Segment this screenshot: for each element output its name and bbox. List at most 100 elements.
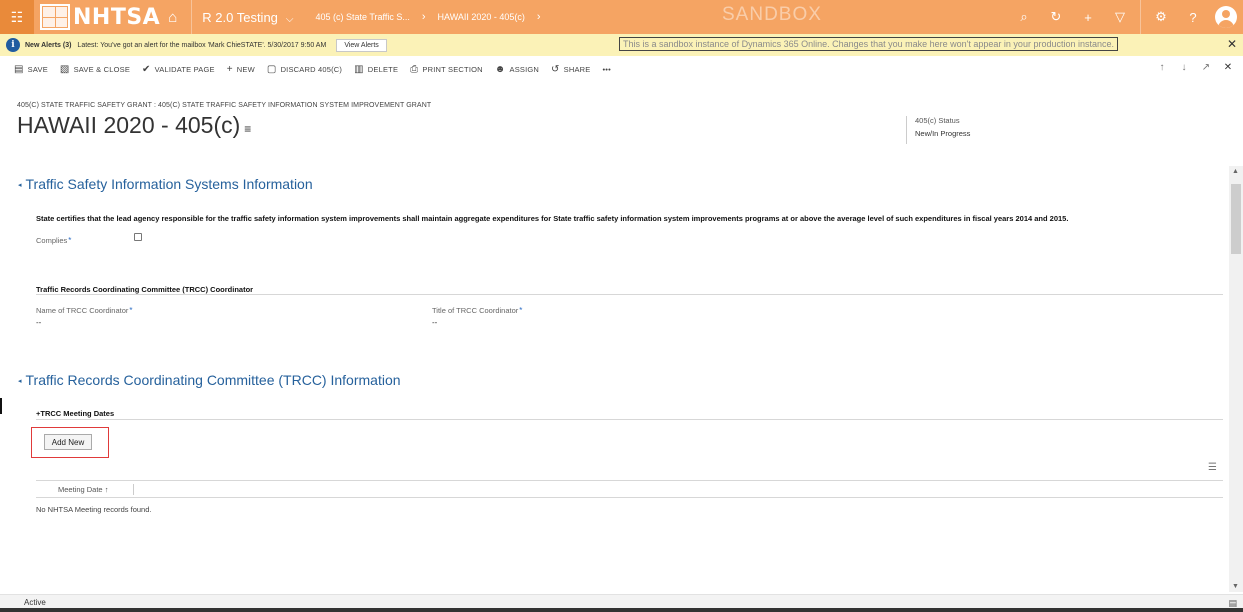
required-marker: * <box>519 306 523 315</box>
alert-bar: i New Alerts (3) Latest: You've got an a… <box>0 34 1243 56</box>
assign-label: ASSIGN <box>509 64 540 74</box>
view-alerts-button[interactable]: View Alerts <box>336 38 387 52</box>
print-section-button[interactable]: ⎙ PRINT SECTION <box>410 64 483 75</box>
complies-label-text: Complies <box>36 236 68 245</box>
close-icon[interactable]: ✕ <box>1217 62 1239 73</box>
create-plus-icon[interactable]: + <box>1072 10 1104 25</box>
nhtsa-logo[interactable]: NHTSA <box>40 0 160 34</box>
required-marker: * <box>129 306 133 315</box>
save-close-button[interactable]: ▧ SAVE & CLOSE <box>60 64 130 75</box>
column-header-meeting-date[interactable]: Meeting Date ↑ <box>58 485 108 494</box>
collapse-triangle-icon: ◂ <box>18 182 22 190</box>
save-close-icon: ▧ <box>59 63 70 75</box>
new-button[interactable]: + NEW <box>227 64 255 75</box>
section-trcc-info[interactable]: ◂ Traffic Records Coordinating Committee … <box>18 372 401 388</box>
home-icon[interactable]: ⌂ <box>168 9 177 26</box>
assign-button[interactable]: ☻ ASSIGN <box>495 64 539 75</box>
nav-divider <box>1140 0 1141 34</box>
focus-marker <box>0 398 2 414</box>
command-bar: ▤ SAVE ▧ SAVE & CLOSE ✔ VALIDATE PAGE + NEW … <box>0 56 1243 82</box>
chevron-down-icon: ⌵ <box>285 13 294 25</box>
status-header-field: 405(c) Status New/In Progress <box>906 116 970 144</box>
meeting-grid-header: Meeting Date ↑ <box>36 480 1223 498</box>
environment-selector[interactable]: R 2.0 Testing ⌵ <box>202 10 293 25</box>
record-status: Active <box>24 598 46 607</box>
page-title-text: HAWAII 2020 - 405(c) <box>17 112 241 138</box>
printer-icon: ⎙ <box>410 63 419 75</box>
trcc-title-field[interactable]: -- <box>432 318 437 327</box>
trash-icon: ▥ <box>354 63 364 75</box>
arrow-down-icon[interactable]: ↓ <box>1173 62 1195 73</box>
record-navigation: ↑ ↓ ↗ ✕ <box>1151 62 1239 73</box>
trcc-name-field[interactable]: -- <box>36 318 41 327</box>
gear-icon[interactable]: ⚙ <box>1145 9 1177 25</box>
trcc-title-label-text: Title of TRCC Coordinator <box>432 306 519 315</box>
trcc-name-label-text: Name of TRCC Coordinator <box>36 306 129 315</box>
share-button[interactable]: ↺ SHARE <box>551 64 590 75</box>
validate-label: VALIDATE PAGE <box>154 64 215 74</box>
section-divider <box>36 419 1223 420</box>
column-divider[interactable] <box>133 484 134 495</box>
scroll-thumb[interactable] <box>1231 184 1241 254</box>
delete-label: DELETE <box>367 64 399 74</box>
share-label: SHARE <box>563 64 591 74</box>
discard-icon: ▢ <box>266 63 277 75</box>
alert-message: Latest: You've got an alert for the mail… <box>77 41 327 49</box>
save-icon: ▤ <box>14 63 24 75</box>
print-label: PRINT SECTION <box>422 64 483 74</box>
trcc-name-label: Name of TRCC Coordinator* <box>36 306 133 315</box>
required-marker: * <box>68 236 72 245</box>
collapse-triangle-icon: ◂ <box>18 378 22 386</box>
save-button[interactable]: ▤ SAVE <box>14 64 48 75</box>
environment-label: R 2.0 Testing <box>202 9 278 25</box>
complies-label: Complies* <box>36 236 71 245</box>
trcc-title-label: Title of TRCC Coordinator* <box>432 306 522 315</box>
expand-icon[interactable]: ↗ <box>1195 62 1217 73</box>
discard-button[interactable]: ▢ DISCARD 405(C) <box>267 64 342 75</box>
sandbox-watermark: SANDBOX <box>722 4 822 25</box>
search-icon[interactable]: ⌕ <box>1008 9 1040 25</box>
scroll-down-icon[interactable]: ▼ <box>1232 583 1239 590</box>
nav-right-tools: ⌕ ↻ + ▽ ⚙ ? <box>1008 0 1243 34</box>
user-avatar[interactable] <box>1215 6 1237 28</box>
advanced-find-filter-icon[interactable]: ▽ <box>1104 9 1136 25</box>
help-icon[interactable]: ? <box>1177 10 1209 25</box>
validate-page-button[interactable]: ✔ VALIDATE PAGE <box>142 64 215 75</box>
complies-checkbox[interactable] <box>134 233 142 241</box>
section-divider <box>36 294 1223 295</box>
top-navigation-bar: ☷ NHTSA ⌂ R 2.0 Testing ⌵ 405 (c) State T… <box>0 0 1243 34</box>
share-icon: ↺ <box>551 63 560 75</box>
form-selector-icon[interactable]: ≡ <box>244 122 251 136</box>
close-icon[interactable]: ✕ <box>1227 37 1237 51</box>
alert-title: New Alerts (3) <box>25 41 72 49</box>
chevron-right-icon[interactable]: › <box>537 11 541 23</box>
assign-users-icon: ☻ <box>494 63 506 75</box>
more-commands-button[interactable]: ••• <box>602 65 610 74</box>
trcc-coordinator-heading: Traffic Records Coordinating Committee (… <box>36 285 254 294</box>
grid-view-icon[interactable]: ☰ <box>1208 462 1217 473</box>
sandbox-notice: This is a sandbox instance of Dynamics 3… <box>619 37 1118 51</box>
record-breadcrumb: 405(C) STATE TRAFFIC SAFETY GRANT : 405(… <box>17 102 432 109</box>
info-icon: i <box>6 38 20 52</box>
delete-button[interactable]: ▥ DELETE <box>354 64 398 75</box>
trcc-meeting-dates-heading: +TRCC Meeting Dates <box>36 409 114 418</box>
vertical-scrollbar[interactable]: ▲ ▼ <box>1229 166 1243 592</box>
empty-grid-message: No NHTSA Meeting records found. <box>36 505 152 514</box>
chevron-right-icon: › <box>421 11 426 23</box>
nav-breadcrumb-grant[interactable]: 405 (c) State Traffic S... <box>316 12 410 22</box>
nhtsa-logo-mark <box>40 4 70 30</box>
section-traffic-safety-info[interactable]: ◂ Traffic Safety Information Systems Info… <box>18 176 313 192</box>
add-new-button[interactable]: Add New <box>44 434 92 450</box>
trcc-meeting-dates-text: TRCC Meeting Dates <box>40 409 115 418</box>
validate-icon: ✔ <box>142 63 151 75</box>
arrow-up-icon[interactable]: ↑ <box>1151 62 1173 73</box>
app-launcher-icon[interactable]: ☷ <box>0 0 34 34</box>
nhtsa-logo-text: NHTSA <box>73 4 161 30</box>
recent-history-icon[interactable]: ↻ <box>1040 9 1072 25</box>
page-title: HAWAII 2020 - 405(c) ≡ <box>17 112 251 139</box>
nav-breadcrumb-record[interactable]: HAWAII 2020 - 405(c) <box>438 12 525 22</box>
discard-label: DISCARD 405(C) <box>280 64 343 74</box>
section-title-text: Traffic Records Coordinating Committee (… <box>25 372 401 388</box>
status-value: New/In Progress <box>915 129 971 138</box>
scroll-up-icon[interactable]: ▲ <box>1232 168 1239 175</box>
